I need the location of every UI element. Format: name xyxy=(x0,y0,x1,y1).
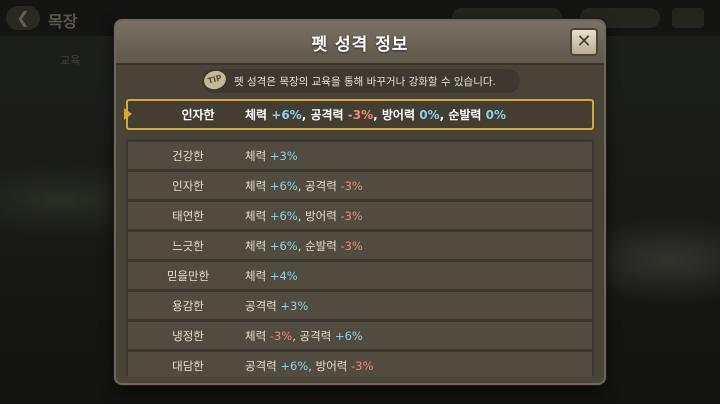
effect-separator: , xyxy=(292,329,300,343)
close-button[interactable]: ✕ xyxy=(570,28,598,56)
personality-effects: 체력 +6%, 공격력 -3% xyxy=(245,178,363,194)
effect-value: +3% xyxy=(269,149,298,163)
effect-stat: 방어력 xyxy=(381,108,420,122)
personality-row: 느긋한 체력 +6%, 순발력 -3% xyxy=(128,232,592,259)
personality-name: 대담한 xyxy=(172,359,204,373)
personality-row: 용감한 공격력 +3% xyxy=(128,292,592,319)
effect-value: 0% xyxy=(485,108,506,122)
effect-stat: 공격력 xyxy=(305,179,341,193)
personality-effects: 체력 +6%, 방어력 -3% xyxy=(245,208,363,224)
personality-name: 냉정한 xyxy=(172,329,204,343)
personality-row: 태연한 체력 +6%, 방어력 -3% xyxy=(128,202,592,229)
effect-value: +6% xyxy=(334,329,363,343)
effect-stat: 체력 xyxy=(245,149,270,163)
effect-value: +6% xyxy=(269,239,298,253)
effect-value: -3% xyxy=(340,239,363,253)
current-personality-effects: 체력 +6%, 공격력 -3%, 방어력 0%, 순발력 0% xyxy=(245,106,506,123)
personality-row: 건강한 체력 +3% xyxy=(128,142,592,169)
effect-separator: , xyxy=(297,179,306,193)
personality-info-dialog: 펫 성격 정보 ✕ TIP 펫 성격은 목장의 교육을 통해 바꾸거나 강화할 … xyxy=(114,19,606,385)
effect-stat: 방어력 xyxy=(315,359,352,373)
effect-separator: , xyxy=(373,108,382,122)
personality-name: 태연한 xyxy=(172,209,204,223)
personality-row: 믿을만한 체력 +4% xyxy=(128,262,592,289)
effect-value: -3% xyxy=(347,108,374,122)
tip-text: 펫 성격은 목장의 교육을 통해 바꾸거나 강화할 수 있습니다. xyxy=(234,76,496,88)
effect-separator: , xyxy=(297,209,306,223)
personality-name: 느긋한 xyxy=(172,239,204,253)
personality-row: 대담한 공격력 +6%, 방어력 -3% xyxy=(128,352,592,377)
personality-effects: 체력 +6%, 순발력 -3% xyxy=(245,238,363,254)
effect-stat: 체력 xyxy=(245,269,270,283)
effect-stat: 체력 xyxy=(245,108,272,122)
effect-stat: 체력 xyxy=(245,239,270,253)
personality-effects: 체력 +3% xyxy=(245,148,298,164)
effect-separator: , xyxy=(439,108,449,122)
effect-stat: 순발력 xyxy=(448,108,486,122)
personality-row: 냉정한 체력 -3%, 공격력 +6% xyxy=(128,322,592,349)
effect-value: +6% xyxy=(269,179,298,193)
effect-stat: 체력 xyxy=(245,329,270,343)
effect-value: -3% xyxy=(269,329,293,343)
personality-name: 건강한 xyxy=(172,149,204,163)
effect-separator: , xyxy=(308,359,316,373)
effect-value: 0% xyxy=(419,108,440,122)
dialog-header: 펫 성격 정보 ✕ xyxy=(116,21,604,65)
effect-separator: , xyxy=(297,239,306,253)
personality-effects: 공격력 +3% xyxy=(245,298,308,314)
personality-list[interactable]: 건강한 체력 +3% 인자한 체력 +6%, 공격력 -3% 태연한 체력 +6%, 방어… xyxy=(126,139,594,377)
effect-stat: 체력 xyxy=(245,209,270,223)
effect-value: +6% xyxy=(269,209,298,223)
personality-row: 인자한 체력 +6%, 공격력 -3% xyxy=(128,172,592,199)
personality-effects: 체력 +4% xyxy=(245,268,298,284)
effect-value: +6% xyxy=(271,108,302,122)
effect-stat: 공격력 xyxy=(299,329,335,343)
effect-value: -3% xyxy=(351,359,374,373)
personality-name: 믿을만한 xyxy=(166,269,210,283)
effect-value: -3% xyxy=(340,209,363,223)
effect-stat: 방어력 xyxy=(305,209,341,223)
effect-stat: 공격력 xyxy=(245,299,281,313)
current-personality-name: 인자한 xyxy=(181,108,215,122)
effect-value: +3% xyxy=(280,299,309,313)
effect-value: -3% xyxy=(340,179,363,193)
effect-stat: 순발력 xyxy=(305,239,341,253)
personality-name: 인자한 xyxy=(172,179,204,193)
effect-value: +6% xyxy=(280,359,309,373)
personality-effects: 체력 -3%, 공격력 +6% xyxy=(245,328,363,344)
current-indicator-arrow-icon xyxy=(124,108,132,120)
effect-stat: 공격력 xyxy=(310,108,348,122)
effect-stat: 공격력 xyxy=(245,359,281,373)
personality-effects: 공격력 +6%, 방어력 -3% xyxy=(245,358,373,374)
dialog-title: 펫 성격 정보 xyxy=(311,35,409,55)
personality-name: 용감한 xyxy=(172,299,204,313)
effect-value: +4% xyxy=(269,269,298,283)
close-icon: ✕ xyxy=(576,31,592,52)
effect-stat: 체력 xyxy=(245,179,270,193)
